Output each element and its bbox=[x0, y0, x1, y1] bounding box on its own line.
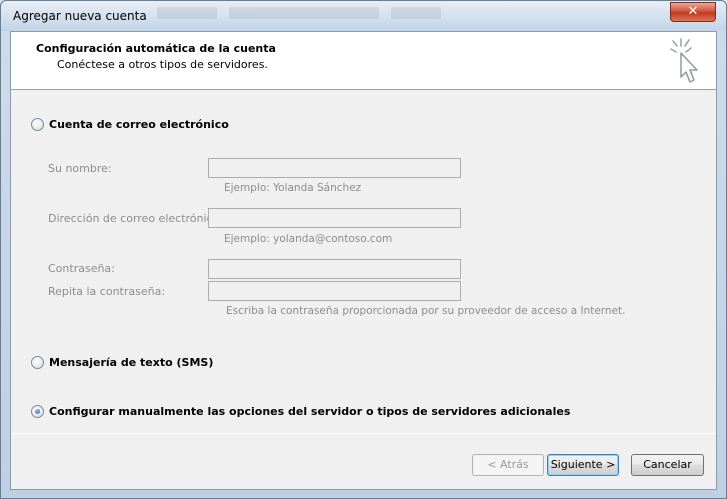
option-sms[interactable]: Mensajería de texto (SMS) bbox=[31, 356, 213, 369]
cancel-button[interactable]: Cancelar bbox=[631, 454, 704, 476]
dialog-body: Configuración automática de la cuenta Co… bbox=[10, 31, 717, 490]
wizard-header: Configuración automática de la cuenta Co… bbox=[11, 32, 716, 90]
page-title: Configuración automática de la cuenta bbox=[36, 42, 276, 55]
option-email-account[interactable]: Cuenta de correo electrónico bbox=[31, 118, 229, 131]
dialog-window: Agregar nueva cuenta ✕ Configuración aut… bbox=[0, 0, 727, 499]
next-button[interactable]: Siguiente > bbox=[547, 454, 619, 476]
email-field bbox=[208, 208, 461, 228]
password-field bbox=[208, 259, 461, 279]
name-hint: Ejemplo: Yolanda Sánchez bbox=[224, 182, 362, 194]
footer-divider bbox=[11, 433, 716, 434]
name-field bbox=[208, 158, 461, 178]
repeat-password-field bbox=[208, 281, 461, 301]
repeat-password-label: Repita la contraseña: bbox=[48, 285, 166, 298]
back-button[interactable]: < Atrás bbox=[472, 454, 544, 476]
email-hint: Ejemplo: yolanda@contoso.com bbox=[224, 233, 393, 245]
window-title: Agregar nueva cuenta bbox=[13, 9, 147, 23]
background-ribbon bbox=[151, 3, 641, 23]
title-bar[interactable]: Agregar nueva cuenta ✕ bbox=[1, 1, 726, 31]
name-label: Su nombre: bbox=[48, 162, 112, 175]
option-manual-setup[interactable]: Configurar manualmente las opciones del … bbox=[31, 405, 570, 418]
wizard-cursor-icon bbox=[670, 38, 698, 83]
password-hint: Escriba la contraseña proporcionada por … bbox=[226, 305, 626, 317]
password-label: Contraseña: bbox=[48, 262, 115, 275]
email-account-radio[interactable] bbox=[31, 118, 44, 131]
page-subtitle: Conéctese a otros tipos de servidores. bbox=[57, 58, 268, 71]
sms-label: Mensajería de texto (SMS) bbox=[49, 356, 214, 369]
close-button[interactable]: ✕ bbox=[670, 2, 716, 22]
email-account-label: Cuenta de correo electrónico bbox=[49, 118, 229, 131]
email-label: Dirección de correo electrónico: bbox=[48, 212, 224, 225]
manual-setup-radio[interactable] bbox=[31, 405, 44, 418]
close-icon: ✕ bbox=[687, 4, 699, 19]
sms-radio[interactable] bbox=[31, 356, 44, 369]
manual-setup-label: Configurar manualmente las opciones del … bbox=[49, 405, 571, 418]
